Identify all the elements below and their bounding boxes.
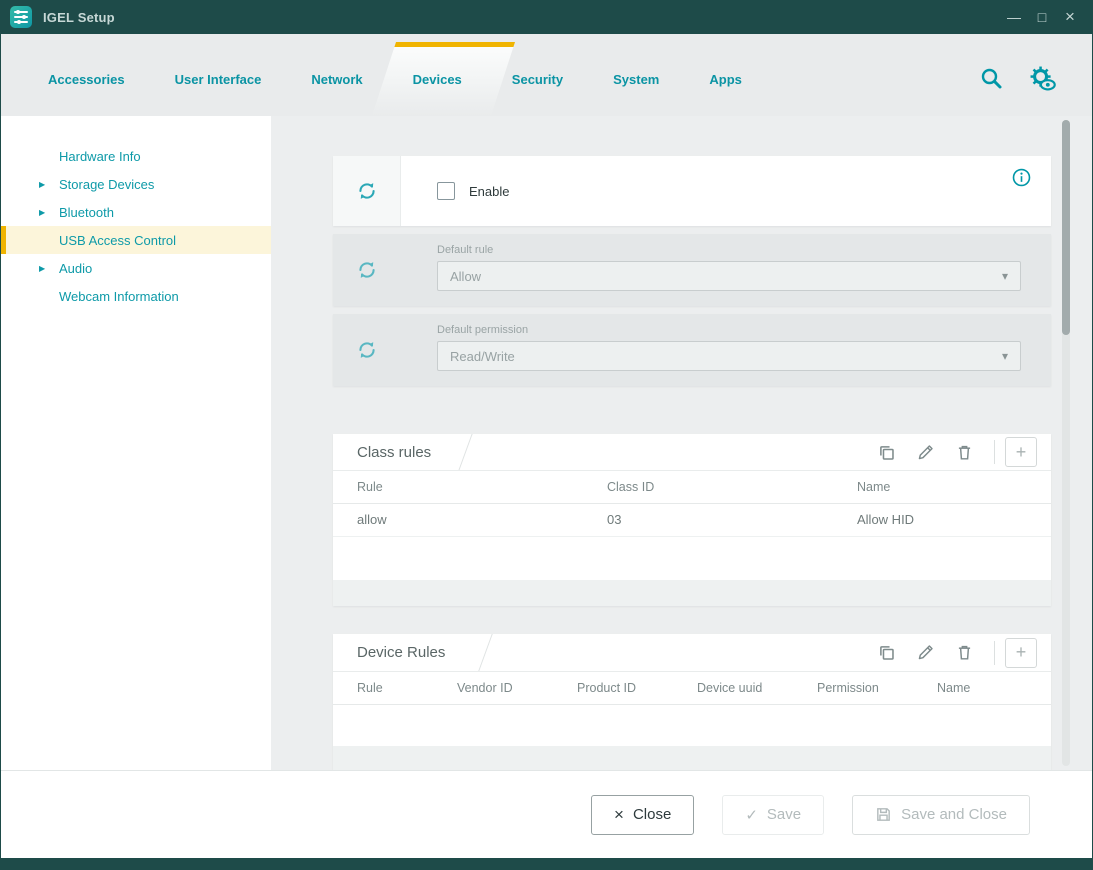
tab-network[interactable]: Network	[286, 34, 387, 116]
check-icon: ✓	[745, 806, 758, 824]
enable-panel: Enable	[333, 156, 1051, 226]
device-rules-title: Device Rules	[357, 644, 445, 661]
sidebar-item-storage-devices[interactable]: ▶Storage Devices	[1, 170, 271, 198]
sidebar-item-audio[interactable]: ▶Audio	[1, 254, 271, 282]
default-permission-value: Read/Write	[450, 349, 515, 364]
gear-eye-icon[interactable]	[1029, 65, 1056, 92]
window-close-button[interactable]: ×	[1056, 4, 1084, 30]
delete-icon[interactable]	[945, 643, 984, 662]
add-device-rule-button[interactable]: +	[1005, 638, 1037, 668]
expand-arrow-icon[interactable]: ▶	[39, 208, 59, 217]
default-rule-label: Default rule	[437, 244, 1021, 256]
device-rules-header-row: Rule Vendor ID Product ID Device uuid Pe…	[333, 672, 1051, 705]
titlebar: IGEL Setup — □ ×	[1, 0, 1092, 34]
top-nav: Accessories User Interface Network Devic…	[1, 34, 1092, 116]
expand-arrow-icon[interactable]: ▶	[39, 264, 59, 273]
scrollbar[interactable]	[1062, 120, 1070, 766]
enable-checkbox[interactable]	[437, 182, 455, 200]
maximize-button[interactable]: □	[1028, 4, 1056, 30]
class-rules-footer	[333, 580, 1051, 606]
default-permission-panel: Default permission Read/Write ▾	[333, 314, 1051, 386]
window-controls: — □ ×	[1000, 4, 1084, 30]
save-button[interactable]: ✓ Save	[722, 795, 824, 835]
sidebar-item-hardware-info[interactable]: Hardware Info	[1, 142, 271, 170]
tab-user-interface[interactable]: User Interface	[150, 34, 287, 116]
tab-apps[interactable]: Apps	[684, 34, 767, 116]
enable-label: Enable	[469, 184, 509, 199]
copy-icon[interactable]	[867, 643, 906, 662]
sidebar-item-bluetooth[interactable]: ▶Bluetooth	[1, 198, 271, 226]
copy-icon[interactable]	[867, 443, 906, 462]
footer-bar: × Close ✓ Save Save and Close	[1, 770, 1092, 858]
class-rule-row[interactable]: allow 03 Allow HID	[333, 504, 1051, 537]
scrollbar-thumb[interactable]	[1062, 120, 1070, 335]
window-title: IGEL Setup	[43, 10, 115, 25]
close-button[interactable]: × Close	[591, 795, 694, 835]
reset-enable-icon[interactable]	[333, 156, 401, 226]
default-permission-select[interactable]: Read/Write ▾	[437, 341, 1021, 371]
refresh-icon	[356, 180, 378, 202]
sidebar: Hardware Info ▶Storage Devices ▶Bluetoot…	[1, 116, 271, 770]
refresh-icon	[356, 259, 378, 281]
sidebar-item-webcam-information[interactable]: Webcam Information	[1, 282, 271, 310]
reset-default-rule-icon[interactable]	[333, 234, 401, 306]
default-rule-select[interactable]: Allow ▾	[437, 261, 1021, 291]
class-rules-card: Class rules +	[333, 434, 1051, 606]
refresh-icon	[356, 339, 378, 361]
default-rule-value: Allow	[450, 269, 481, 284]
app-logo-icon	[10, 6, 32, 28]
tab-devices[interactable]: Devices	[388, 34, 487, 116]
default-permission-label: Default permission	[437, 324, 1021, 336]
add-class-rule-button[interactable]: +	[1005, 437, 1037, 467]
tab-accessories[interactable]: Accessories	[23, 34, 150, 116]
igel-setup-window: IGEL Setup — □ × Accessories User Interf…	[0, 0, 1093, 870]
settings-content: Enable	[271, 116, 1092, 770]
tab-system[interactable]: System	[588, 34, 684, 116]
delete-icon[interactable]	[945, 443, 984, 462]
chevron-down-icon: ▾	[1002, 349, 1008, 363]
device-rules-footer	[333, 746, 1051, 770]
device-rules-card: Device Rules +	[333, 634, 1051, 770]
floppy-icon	[875, 806, 892, 823]
edit-icon[interactable]	[906, 643, 945, 662]
sidebar-item-usb-access-control[interactable]: USB Access Control	[1, 226, 271, 254]
chevron-down-icon: ▾	[1002, 269, 1008, 283]
default-rule-panel: Default rule Allow ▾	[333, 234, 1051, 306]
info-icon[interactable]	[1012, 168, 1031, 187]
expand-arrow-icon[interactable]: ▶	[39, 180, 59, 189]
save-and-close-button[interactable]: Save and Close	[852, 795, 1030, 835]
edit-icon[interactable]	[906, 443, 945, 462]
window-bottom-edge	[1, 858, 1092, 870]
reset-default-permission-icon[interactable]	[333, 314, 401, 386]
minimize-button[interactable]: —	[1000, 4, 1028, 30]
search-icon[interactable]	[979, 66, 1003, 90]
close-x-icon: ×	[614, 805, 624, 825]
class-rules-title: Class rules	[357, 444, 431, 461]
class-rules-header-row: Rule Class ID Name	[333, 471, 1051, 504]
nav-tabs: Accessories User Interface Network Devic…	[1, 34, 767, 116]
